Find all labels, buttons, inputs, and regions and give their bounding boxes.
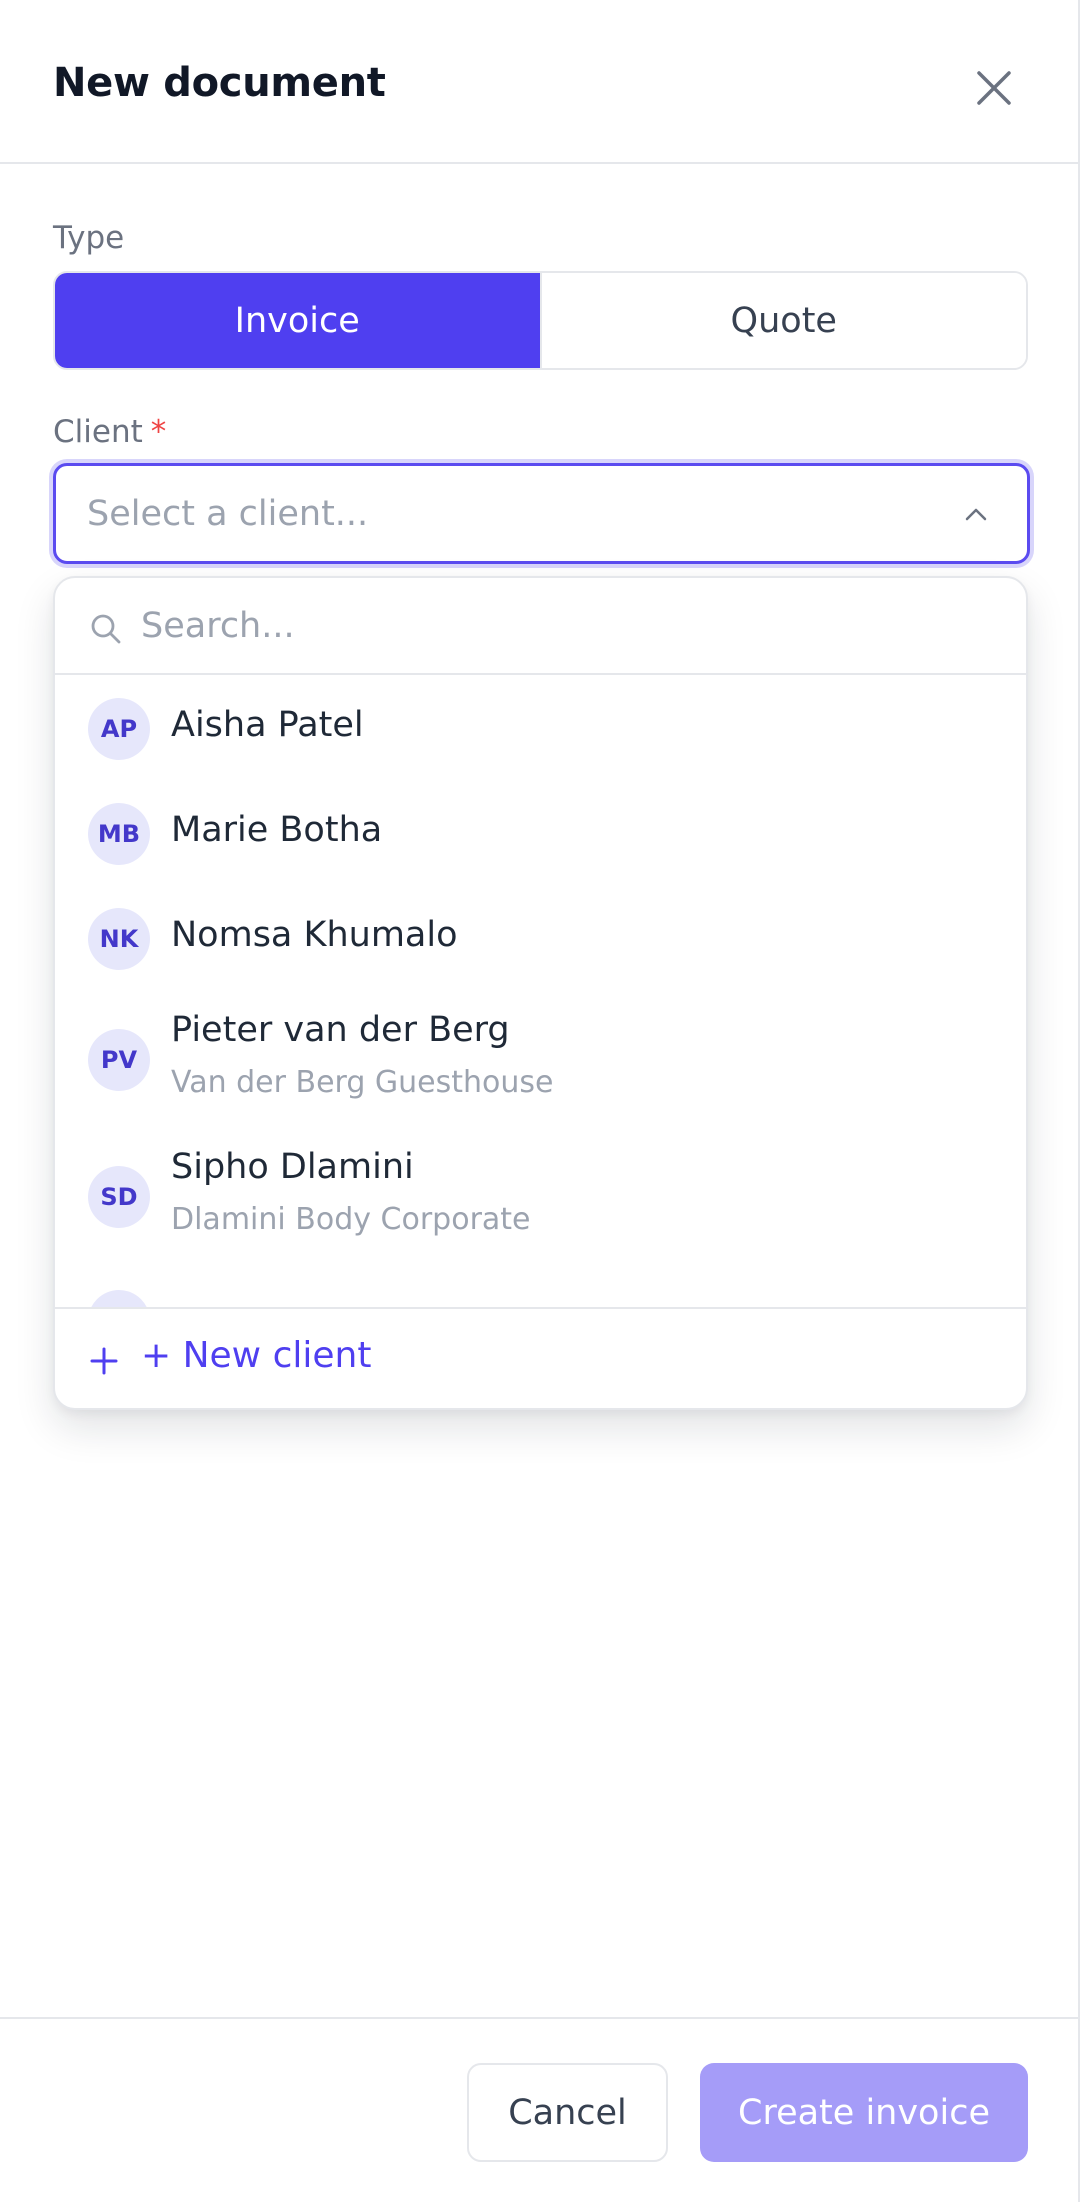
type-option-invoice[interactable]: Invoice (55, 273, 540, 368)
page-title: New document (53, 60, 386, 106)
client-name: Aisha Patel (171, 705, 364, 745)
search-icon (91, 614, 121, 644)
client-option-pieter-van-der-berg[interactable]: PV Pieter van der Berg Van der Berg Gues… (55, 992, 1026, 1129)
client-option-nomsa-khumalo[interactable]: NK Nomsa Khumalo (55, 887, 1026, 992)
client-select-placeholder: Select a client... (87, 494, 369, 534)
client-select[interactable]: Select a client... (53, 463, 1030, 564)
avatar: SD (88, 1166, 150, 1228)
client-option-sipho-dlamini[interactable]: SD Sipho Dlamini Dlamini Body Corporate (55, 1129, 1026, 1266)
client-option-marie-botha[interactable]: MB Marie Botha (55, 782, 1026, 887)
cancel-button[interactable]: Cancel (467, 2063, 668, 2162)
new-document-panel: New document Type Invoice Quote Client * … (0, 0, 1080, 2202)
type-option-quote[interactable]: Quote (539, 273, 1026, 368)
client-label-text: Client (53, 414, 143, 450)
client-option-aisha-patel[interactable]: AP Aisha Patel (55, 677, 1026, 782)
close-button[interactable] (972, 66, 1016, 110)
client-company: Van der Berg Guesthouse (171, 1065, 554, 1100)
client-search-input[interactable] (141, 594, 961, 658)
client-dropdown: AP Aisha Patel MB Marie Botha NK Nomsa K… (53, 576, 1028, 1410)
client-name: Sipho Dlamini (171, 1147, 414, 1187)
create-invoice-button[interactable]: Create invoice (700, 2063, 1028, 2162)
avatar: NK (88, 908, 150, 970)
avatar: PV (88, 1029, 150, 1091)
new-client-label: + New client (141, 1335, 372, 1376)
chevron-up-icon (965, 508, 987, 521)
avatar-partial (88, 1290, 150, 1307)
close-icon (977, 71, 1011, 105)
client-name: Marie Botha (171, 810, 383, 850)
client-label: Client * (53, 414, 166, 450)
panel-footer: Cancel Create invoice (0, 2017, 1080, 2202)
panel-header: New document (0, 0, 1080, 164)
avatar: MB (88, 803, 150, 865)
required-indicator: * (150, 414, 167, 450)
client-company: Dlamini Body Corporate (171, 1202, 531, 1237)
type-segmented-control: Invoice Quote (53, 271, 1028, 370)
client-name: Pieter van der Berg (171, 1010, 510, 1050)
type-label: Type (53, 220, 125, 256)
client-search-row (55, 578, 1026, 675)
avatar: AP (88, 698, 150, 760)
new-client-button[interactable]: + New client (55, 1307, 1026, 1408)
client-name: Nomsa Khumalo (171, 915, 458, 955)
client-list[interactable]: AP Aisha Patel MB Marie Botha NK Nomsa K… (55, 677, 1026, 1307)
plus-icon (90, 1347, 118, 1375)
